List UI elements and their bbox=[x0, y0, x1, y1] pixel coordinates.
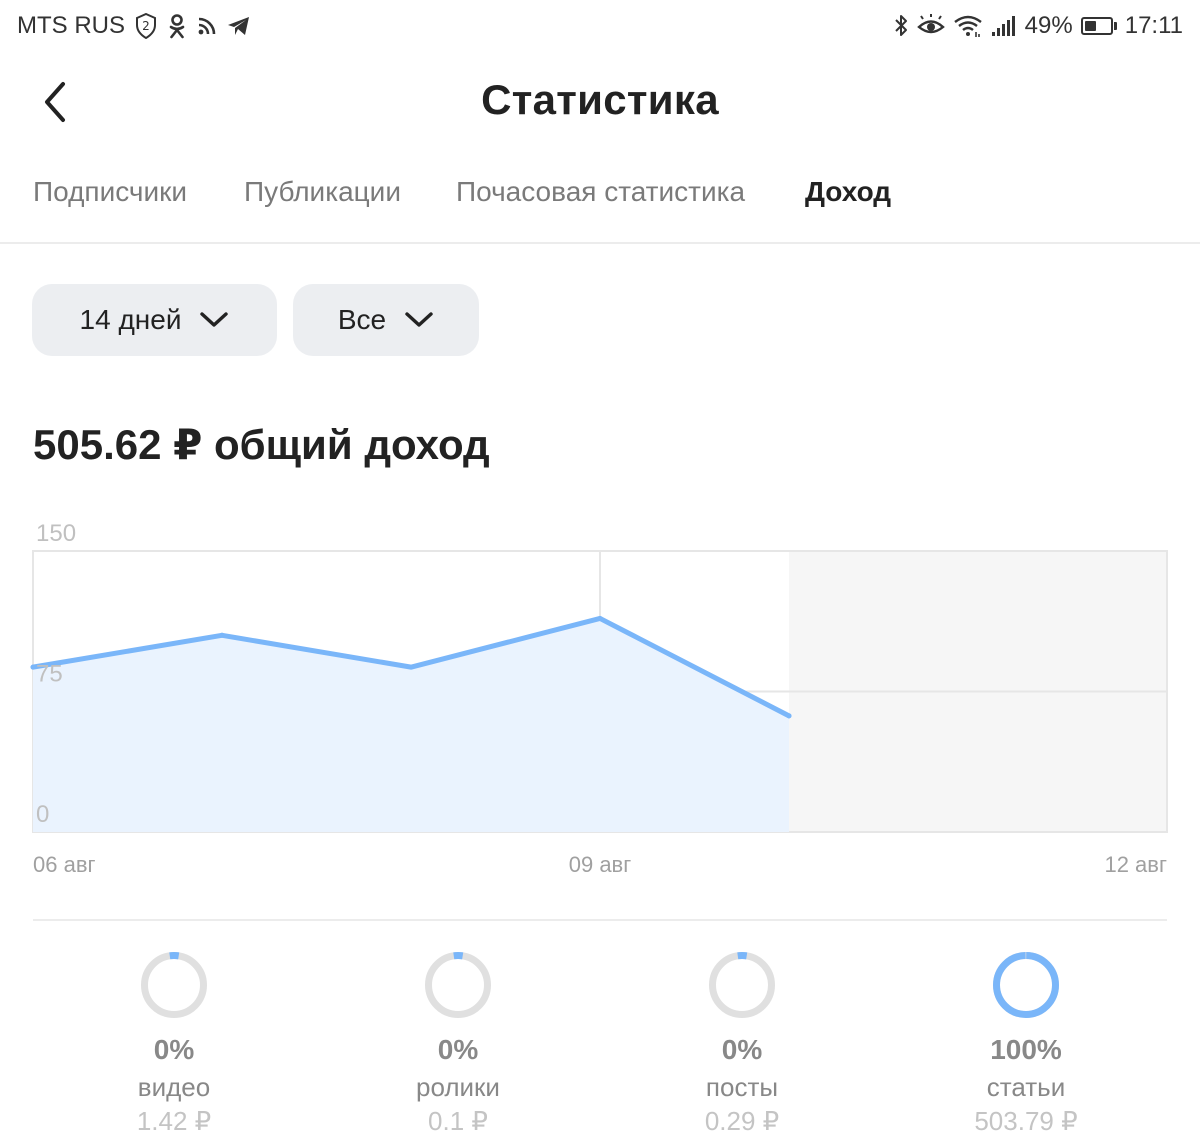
chevron-down-icon bbox=[200, 312, 229, 327]
battery-body bbox=[1080, 17, 1113, 35]
telegram-icon bbox=[227, 15, 251, 37]
battery-fill bbox=[1084, 21, 1097, 31]
section-divider bbox=[33, 919, 1167, 921]
breakdown-video: 0% видео 1.42 ₽ bbox=[54, 950, 294, 1136]
sim-number: 2 bbox=[142, 19, 150, 33]
chart-y-tick-label: 150 bbox=[36, 520, 76, 547]
breakdown-label: видео bbox=[137, 1072, 211, 1102]
ring-track bbox=[141, 952, 207, 1018]
ring-chart-icon bbox=[709, 952, 775, 1018]
content-type-value: Все bbox=[337, 304, 387, 335]
wifi-icon bbox=[953, 14, 983, 38]
chart-x-tick-label: 06 авг bbox=[33, 852, 96, 877]
eye-comfort-icon bbox=[916, 14, 945, 38]
chart-x-tick-label: 09 авг bbox=[569, 852, 632, 877]
breakdown-label: ролики bbox=[416, 1072, 500, 1102]
income-chart-svg: 150 75 0 06 авг 09 авг 12 авг bbox=[30, 520, 1168, 877]
chart-data-point bbox=[597, 615, 603, 621]
content-type-dropdown[interactable]: Все bbox=[293, 284, 479, 356]
status-bar: MTS RUS 2 49% 17:11 bbox=[0, 0, 1200, 50]
tab-bar: Подписчики Публикации Почасовая статисти… bbox=[0, 160, 1200, 244]
breakdown-label: посты bbox=[705, 1072, 779, 1102]
breakdown-percent: 0% bbox=[437, 1034, 479, 1065]
chart-data-point bbox=[30, 664, 36, 670]
ring-chart-icon bbox=[141, 952, 207, 1018]
odnoklassniki-icon bbox=[167, 13, 187, 39]
page-title: Статистика bbox=[481, 76, 719, 123]
battery-icon bbox=[1080, 17, 1117, 35]
chart-data-point bbox=[219, 632, 225, 638]
breakdown-articles: 100% статьи 503.79 ₽ bbox=[906, 950, 1146, 1136]
breakdown-percent: 100% bbox=[990, 1034, 1062, 1065]
period-dropdown[interactable]: 14 дней bbox=[32, 284, 277, 356]
total-income: 505.62 ₽ общий доход bbox=[33, 421, 490, 468]
ring-track bbox=[709, 952, 775, 1018]
battery-percent: 49% bbox=[1024, 12, 1073, 39]
battery-tip bbox=[1113, 22, 1117, 30]
chart-data-point bbox=[786, 713, 792, 719]
chart-y-tick-label: 75 bbox=[36, 661, 63, 688]
chart-data-point bbox=[408, 664, 414, 670]
status-bar-left: MTS RUS 2 bbox=[17, 12, 251, 40]
chart-x-tick-label: 12 авг bbox=[1104, 852, 1167, 877]
breakdown-label: статьи bbox=[986, 1072, 1066, 1102]
breakdown-posts: 0% посты 0.29 ₽ bbox=[622, 950, 862, 1136]
ring-chart-icon bbox=[993, 952, 1059, 1018]
tab-hourly-stats[interactable]: Почасовая статистика bbox=[456, 176, 745, 208]
signal-strength-icon bbox=[991, 15, 1017, 37]
tab-publications[interactable]: Публикации bbox=[244, 176, 401, 208]
app-header: Статистика bbox=[0, 62, 1200, 142]
period-value: 14 дней bbox=[79, 304, 182, 335]
breakdown-amount: 0.1 ₽ bbox=[428, 1106, 488, 1136]
breakdown-amount: 1.42 ₽ bbox=[136, 1106, 212, 1136]
chart-y-tick-label: 0 bbox=[36, 801, 49, 828]
ring-chart-icon bbox=[425, 952, 491, 1018]
status-bar-right: 49% 17:11 bbox=[893, 12, 1183, 40]
chevron-down-icon bbox=[405, 312, 433, 327]
breakdown-shorts: 0% ролики 0.1 ₽ bbox=[338, 950, 578, 1136]
clock: 17:11 bbox=[1124, 12, 1183, 39]
ring-track bbox=[425, 952, 491, 1018]
tab-income[interactable]: Доход bbox=[805, 176, 891, 208]
income-chart: 150 75 0 06 авг 09 авг 12 авг bbox=[0, 510, 1200, 890]
breakdown-percent: 0% bbox=[721, 1034, 763, 1065]
breakdown-percent: 0% bbox=[153, 1034, 195, 1065]
carrier-name: MTS RUS bbox=[17, 12, 125, 39]
bluetooth-icon bbox=[893, 13, 909, 39]
rss-icon bbox=[197, 16, 217, 36]
ring-progress bbox=[993, 952, 1059, 1018]
tab-subscribers[interactable]: Подписчики bbox=[33, 176, 187, 208]
breakdown-amount: 0.29 ₽ bbox=[704, 1106, 780, 1136]
sim-2-icon: 2 bbox=[135, 13, 157, 39]
breakdown-amount: 503.79 ₽ bbox=[974, 1106, 1078, 1136]
